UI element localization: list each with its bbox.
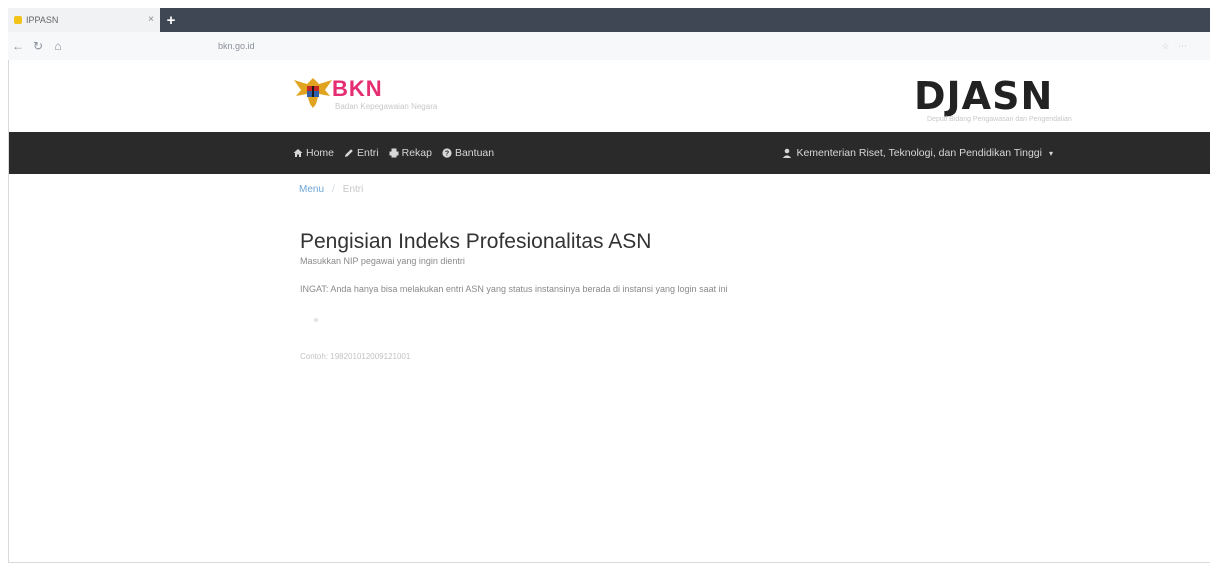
- nav-label-entri: Entri: [357, 147, 379, 159]
- page-title: Pengisian Indeks Profesionalitas ASN: [300, 230, 652, 253]
- page-viewport: BKN Badan Kepegawaian Negara DJASN Deput…: [8, 60, 1210, 563]
- instruction-text: Masukkan NIP pegawai yang ingin dientri: [300, 256, 465, 266]
- svg-text:?: ?: [445, 151, 449, 158]
- breadcrumb-separator: /: [332, 184, 335, 195]
- bkn-subtitle: Badan Kepegawaian Negara: [335, 102, 438, 111]
- browser-toolbar-icons[interactable]: ☆ ⋯: [1161, 41, 1190, 52]
- nav-label-rekap: Rekap: [401, 147, 432, 159]
- chevron-down-icon: ▾: [1048, 148, 1053, 158]
- nav-item-home[interactable]: Home: [293, 147, 334, 159]
- site-header: BKN Badan Kepegawaian Negara DJASN Deput…: [9, 60, 1210, 132]
- browser-tab-title: IPPASN: [26, 15, 59, 25]
- nav-label-bantuan: Bantuan: [454, 147, 495, 159]
- reload-icon[interactable]: ↻: [28, 39, 48, 53]
- browser-tab[interactable]: IPPASN ×: [8, 8, 160, 32]
- user-icon: [783, 148, 792, 158]
- question-circle-icon: ?: [442, 148, 452, 158]
- nip-example-hint: Contoh: 198201012009121001: [300, 352, 411, 361]
- main-nav: Home Entri Rekap ? Bantuan Kementerian R…: [9, 132, 1210, 174]
- breadcrumb-menu-link[interactable]: Menu: [299, 184, 324, 195]
- djasn-title: DJASN: [914, 74, 1054, 118]
- nav-item-bantuan[interactable]: ? Bantuan: [442, 147, 494, 159]
- user-menu[interactable]: Kementerian Riset, Teknologi, dan Pendid…: [782, 132, 1053, 174]
- url-field[interactable]: bkn.go.id: [218, 41, 255, 51]
- nav-item-entri[interactable]: Entri: [344, 147, 379, 159]
- warning-note: INGAT: Anda hanya bisa melakukan entri A…: [300, 284, 728, 294]
- tab-close-icon[interactable]: ×: [148, 14, 154, 25]
- bkn-title: BKN: [332, 76, 383, 101]
- breadcrumb-current: Entri: [342, 184, 364, 195]
- home-browser-icon[interactable]: ⌂: [48, 39, 68, 53]
- browser-tab-strip: IPPASN × +: [8, 8, 1210, 32]
- pencil-icon: [345, 149, 353, 157]
- favicon-icon: [14, 16, 22, 24]
- home-icon: [293, 149, 303, 157]
- user-institution-label: Kementerian Riset, Teknologi, dan Pendid…: [796, 147, 1042, 159]
- nav-label-home: Home: [306, 147, 335, 159]
- nav-item-rekap[interactable]: Rekap: [389, 147, 432, 159]
- browser-address-bar: ← ↻ ⌂ bkn.go.id ☆ ⋯: [8, 32, 1210, 60]
- print-icon: [389, 148, 399, 158]
- breadcrumb: Menu / Entri: [299, 184, 363, 195]
- input-cursor-mark: [314, 318, 318, 322]
- garuda-logo-icon: [294, 78, 332, 108]
- nip-input[interactable]: [300, 310, 560, 334]
- djasn-subtitle: Deputi Bidang Pengawasan dan Pengendalia…: [927, 116, 1072, 123]
- nav-menu: Home Entri Rekap ? Bantuan: [293, 132, 494, 174]
- new-tab-button[interactable]: +: [160, 8, 182, 32]
- back-icon[interactable]: ←: [8, 39, 28, 53]
